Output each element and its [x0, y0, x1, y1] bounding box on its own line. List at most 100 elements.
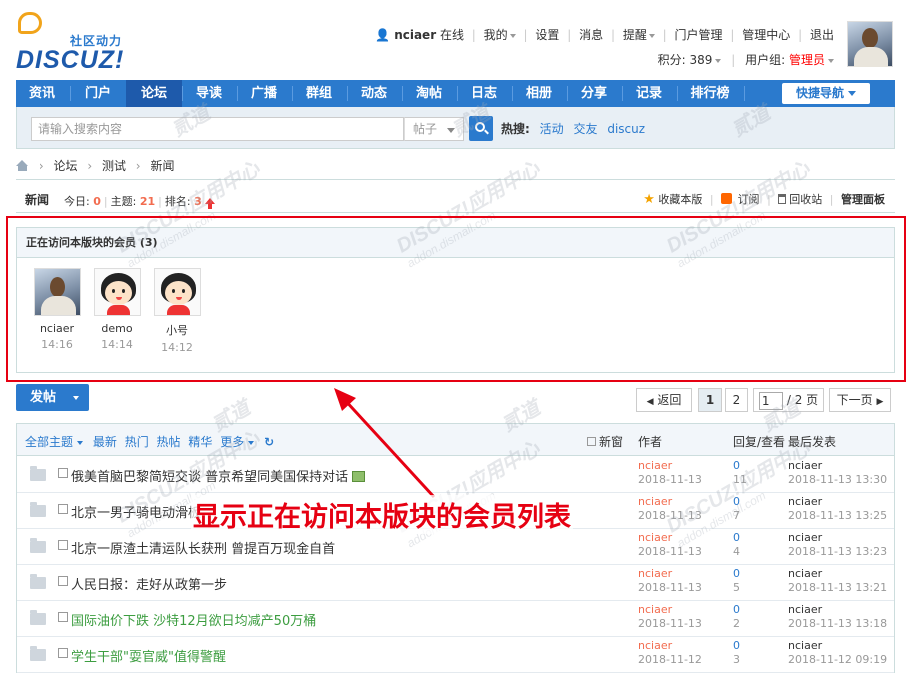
thread-checkbox[interactable] [58, 504, 68, 514]
notifications-menu[interactable]: 提醒 [623, 28, 655, 42]
last-post-time[interactable]: 2018-11-13 13:25 [788, 509, 887, 522]
my-menu[interactable]: 我的 [484, 28, 516, 42]
author-link[interactable]: nciaer [638, 567, 672, 580]
search-input[interactable]: 请输入搜索内容 [31, 117, 404, 141]
last-post-user[interactable]: nciaer [788, 567, 822, 580]
reply-count[interactable]: 0 [733, 639, 740, 652]
search-type-select[interactable]: 帖子 [404, 117, 464, 141]
thread-subject[interactable]: 俄美首脑巴黎简短交谈 普京希望同美国保持对话 [71, 466, 366, 485]
nav-item-share[interactable]: 分享 [567, 80, 621, 107]
thread-checkbox[interactable] [58, 612, 68, 622]
thread-checkbox[interactable] [58, 648, 68, 658]
refresh-icon[interactable]: ↻ [264, 435, 274, 449]
author-link[interactable]: nciaer [638, 531, 672, 544]
last-post-time[interactable]: 2018-11-13 13:23 [788, 545, 887, 558]
table-row[interactable]: 人民日报：走好从政第一步 nciaer 2018-11-13 0 5 nciaer 2018… [17, 565, 894, 601]
nav-item-rankings[interactable]: 排行榜 [677, 80, 743, 107]
nav-item-records[interactable]: 记录 [622, 80, 676, 107]
author-link[interactable]: nciaer [638, 459, 672, 472]
points-menu[interactable]: 积分: 389 [658, 53, 722, 67]
page-jump-input[interactable]: 1 [758, 391, 783, 410]
folder-icon[interactable] [30, 502, 46, 517]
folder-icon[interactable] [30, 538, 46, 553]
author-link[interactable]: nciaer [638, 603, 672, 616]
table-row[interactable]: 学生干部"耍官威"值得警醒 nciaer 2018-11-12 0 3 nciaer 201… [17, 637, 894, 673]
breadcrumb-news[interactable]: 新闻 [150, 159, 174, 173]
quick-nav-button[interactable]: 快捷导航 [782, 83, 870, 104]
nav-item-broadcast[interactable]: 广播 [237, 80, 291, 107]
back-button[interactable]: ◀ 返回 [636, 388, 692, 412]
last-post-time[interactable]: 2018-11-13 13:21 [788, 581, 887, 594]
usergroup-menu[interactable]: 管理员 [789, 53, 834, 67]
nav-item-news[interactable]: 资讯 [16, 80, 68, 107]
last-post-user[interactable]: nciaer [788, 531, 822, 544]
filter-hot[interactable]: 热门 [125, 435, 153, 449]
thread-subject[interactable]: 北京一男子骑电动滑板 [71, 502, 201, 521]
author-link[interactable]: nciaer [638, 495, 672, 508]
thread-checkbox[interactable] [58, 468, 68, 478]
search-button[interactable] [469, 116, 493, 141]
reply-count[interactable]: 0 [733, 603, 740, 616]
last-post-user[interactable]: nciaer [788, 495, 822, 508]
nav-item-groups[interactable]: 群组 [292, 80, 346, 107]
nav-item-blog[interactable]: 日志 [457, 80, 511, 107]
new-post-button[interactable]: 发帖 [16, 384, 89, 411]
next-page-button[interactable]: 下一页 ▶ [829, 388, 891, 412]
hot-word-activity[interactable]: 活动 [540, 122, 564, 136]
thread-subject[interactable]: 学生干部"耍官威"值得警醒 [71, 646, 226, 665]
nav-item-portal[interactable]: 门户 [71, 80, 125, 107]
reply-count[interactable]: 0 [733, 495, 740, 508]
breadcrumb-forum[interactable]: 论坛 [53, 159, 77, 173]
page-2-button[interactable]: 2 [725, 388, 748, 412]
last-post-time[interactable]: 2018-11-13 13:18 [788, 617, 887, 630]
hot-word-friends[interactable]: 交友 [573, 122, 597, 136]
admin-center-link[interactable]: 管理中心 [742, 28, 790, 42]
last-post-user[interactable]: nciaer [788, 639, 822, 652]
manage-panel-button[interactable]: 管理面板 [841, 193, 885, 206]
discuz-logo[interactable]: 社区动力 DISCUZ! [14, 8, 144, 74]
nav-item-guide[interactable]: 导读 [182, 80, 236, 107]
last-post-user[interactable]: nciaer [788, 459, 822, 472]
hot-word-discuz[interactable]: discuz [607, 122, 645, 136]
messages-link[interactable]: 消息 [579, 28, 603, 42]
table-row[interactable]: 国际油价下跌 沙特12月欲日均减产50万桶 nciaer 2018-11-13 0 2 n… [17, 601, 894, 637]
last-post-time[interactable]: 2018-11-12 09:19 [788, 653, 887, 666]
new-window-checkbox[interactable]: 新窗 [587, 433, 623, 450]
last-post-time[interactable]: 2018-11-13 13:30 [788, 473, 887, 486]
thread-checkbox[interactable] [58, 576, 68, 586]
filter-all-threads[interactable]: 全部主题 [25, 435, 89, 449]
filter-more[interactable]: 更多 [220, 435, 260, 449]
nav-item-feed[interactable]: 动态 [347, 80, 401, 107]
folder-icon[interactable] [30, 574, 46, 589]
filter-hot-posts[interactable]: 热帖 [157, 435, 185, 449]
thread-checkbox[interactable] [58, 540, 68, 550]
folder-icon[interactable] [30, 466, 46, 481]
recycle-bin-button[interactable]: 回收站 [778, 193, 822, 206]
filter-latest[interactable]: 最新 [93, 435, 121, 449]
breadcrumb-test[interactable]: 测试 [102, 159, 126, 173]
thread-subject[interactable]: 北京一原渣土清运队长获刑 曾提百万现金自首 [71, 538, 335, 557]
thread-subject[interactable]: 国际油价下跌 沙特12月欲日均减产50万桶 [71, 610, 316, 629]
last-post-user[interactable]: nciaer [788, 603, 822, 616]
page-1-button[interactable]: 1 [698, 388, 722, 412]
nav-item-collections[interactable]: 淘帖 [402, 80, 456, 107]
username-link[interactable]: nciaer [394, 28, 436, 42]
logout-link[interactable]: 退出 [810, 28, 834, 42]
filter-digest[interactable]: 精华 [188, 435, 216, 449]
folder-icon[interactable] [30, 646, 46, 661]
author-link[interactable]: nciaer [638, 639, 672, 652]
home-icon[interactable] [16, 160, 29, 171]
nav-item-forum[interactable]: 论坛 [126, 80, 182, 107]
table-row[interactable]: 俄美首脑巴黎简短交谈 普京希望同美国保持对话 nciaer 2018-11-13 0 1… [17, 457, 894, 493]
table-row[interactable]: 北京一原渣土清运队长获刑 曾提百万现金自首 nciaer 2018-11-13 0 4 n… [17, 529, 894, 565]
portal-admin-link[interactable]: 门户管理 [675, 28, 723, 42]
settings-link[interactable]: 设置 [535, 28, 559, 42]
reply-count[interactable]: 0 [733, 567, 740, 580]
user-avatar[interactable] [847, 21, 893, 67]
thread-subject[interactable]: 人民日报：走好从政第一步 [71, 574, 227, 593]
reply-count[interactable]: 0 [733, 459, 740, 472]
subscribe-button[interactable]: 订阅 [721, 193, 760, 206]
folder-icon[interactable] [30, 610, 46, 625]
favorite-forum-button[interactable]: ★ 收藏本版 [643, 192, 702, 207]
nav-item-album[interactable]: 相册 [512, 80, 566, 107]
